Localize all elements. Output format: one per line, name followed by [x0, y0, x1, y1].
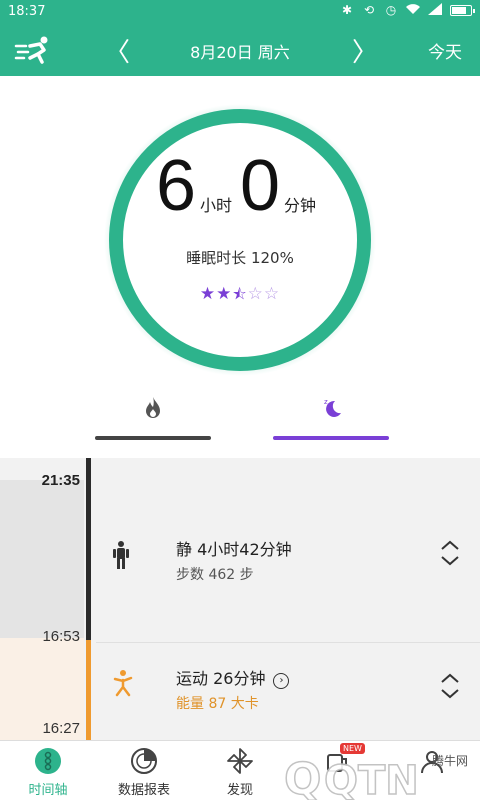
- tab-calories-indicator: [95, 436, 211, 440]
- entry-subtitle: 步数 462 步: [176, 567, 254, 583]
- nav-discover[interactable]: 发现: [192, 745, 288, 800]
- expand-toggle-icon[interactable]: [438, 671, 462, 701]
- report-disc-icon: [130, 747, 158, 775]
- minutes-value: 0: [240, 146, 281, 226]
- sync-icon: ⟲: [363, 3, 375, 17]
- alarm-icon: ◷: [385, 3, 397, 17]
- running-person-icon: [112, 669, 133, 699]
- rating-star: ★: [199, 284, 217, 304]
- tab-sleep-indicator: [273, 436, 389, 440]
- status-time: 18:37: [8, 4, 46, 19]
- nav-label: 发现: [226, 783, 253, 798]
- star-rating: ★★⯪☆☆: [104, 284, 376, 309]
- standing-person-icon: [112, 540, 130, 570]
- entry-title-text: 运动 26分钟: [176, 669, 266, 688]
- next-day-button[interactable]: 〉: [352, 32, 378, 69]
- timeline-segment-rest: [0, 480, 84, 638]
- svg-text:Q: Q: [284, 754, 321, 800]
- nav-timeline[interactable]: 时间轴: [0, 745, 96, 800]
- today-button[interactable]: 今天: [428, 38, 462, 63]
- timeline-icon: [34, 747, 62, 775]
- status-bar: 18:37 ✱ ⟲ ◷: [0, 0, 480, 24]
- timeline-time: 21:35: [41, 472, 80, 489]
- sleep-summary-ring: 6 小时 0 分钟 睡眠时长 120% ★★⯪☆☆: [104, 104, 376, 376]
- rating-star: ☆: [247, 284, 264, 304]
- timeline-entry-exercise[interactable]: 运动 26分钟 › 能量 87 大卡: [96, 642, 480, 738]
- runner-logo-icon[interactable]: [14, 34, 54, 66]
- timeline-entry-rest[interactable]: 静 4小时42分钟 步数 462 步: [96, 468, 480, 638]
- previous-day-button[interactable]: 〈: [104, 32, 130, 69]
- status-icons: ✱ ⟲ ◷: [340, 3, 475, 17]
- activity-timeline[interactable]: 21:35 16:53 16:27 静 4小时42分钟 步数 462 步 运动 …: [0, 458, 480, 740]
- bluetooth-icon: ✱: [341, 3, 353, 17]
- battery-icon: [450, 4, 475, 16]
- detail-arrow-icon[interactable]: ›: [273, 673, 290, 689]
- watermark-text: 腾牛网: [431, 754, 468, 768]
- moon-icon: z: [321, 396, 341, 420]
- nav-label: 数据报表: [117, 783, 170, 798]
- app-header: 〈 8月20日 周六 〉 今天: [0, 24, 480, 76]
- hours-unit: 小时: [199, 196, 232, 215]
- nav-label: 时间轴: [28, 783, 68, 798]
- rating-star: ☆: [263, 284, 281, 304]
- timeline-axis-rest: [86, 458, 91, 640]
- svg-text:QTN: QTN: [324, 758, 419, 800]
- entry-title: 静 4小时42分钟: [176, 540, 292, 559]
- tab-sleep[interactable]: z: [273, 396, 389, 440]
- watermark-logo: Q QTN 腾牛网: [276, 746, 476, 800]
- svg-text:z: z: [324, 398, 328, 406]
- timeline-time: 16:53: [42, 628, 80, 645]
- wifi-icon: [406, 3, 420, 17]
- sleep-ratio: 睡眠时长 120%: [186, 249, 294, 267]
- flame-icon: [143, 396, 163, 420]
- timeline-axis-exercise: [86, 640, 91, 740]
- minutes-unit: 分钟: [284, 196, 317, 215]
- hours-value: 6: [155, 146, 196, 226]
- expand-toggle-icon[interactable]: [438, 538, 462, 568]
- rating-star: ⯪: [232, 285, 248, 303]
- tab-calories[interactable]: [95, 396, 211, 440]
- pinwheel-icon: [226, 747, 254, 775]
- rating-star: ★: [216, 284, 233, 304]
- entry-title: 运动 26分钟 ›: [176, 665, 290, 689]
- timeline-time: 16:27: [42, 720, 80, 737]
- current-date: 8月20日 周六: [190, 43, 290, 62]
- entry-subtitle: 能量 87 大卡: [176, 696, 259, 712]
- signal-icon: [428, 3, 442, 17]
- nav-report[interactable]: 数据报表: [96, 745, 192, 800]
